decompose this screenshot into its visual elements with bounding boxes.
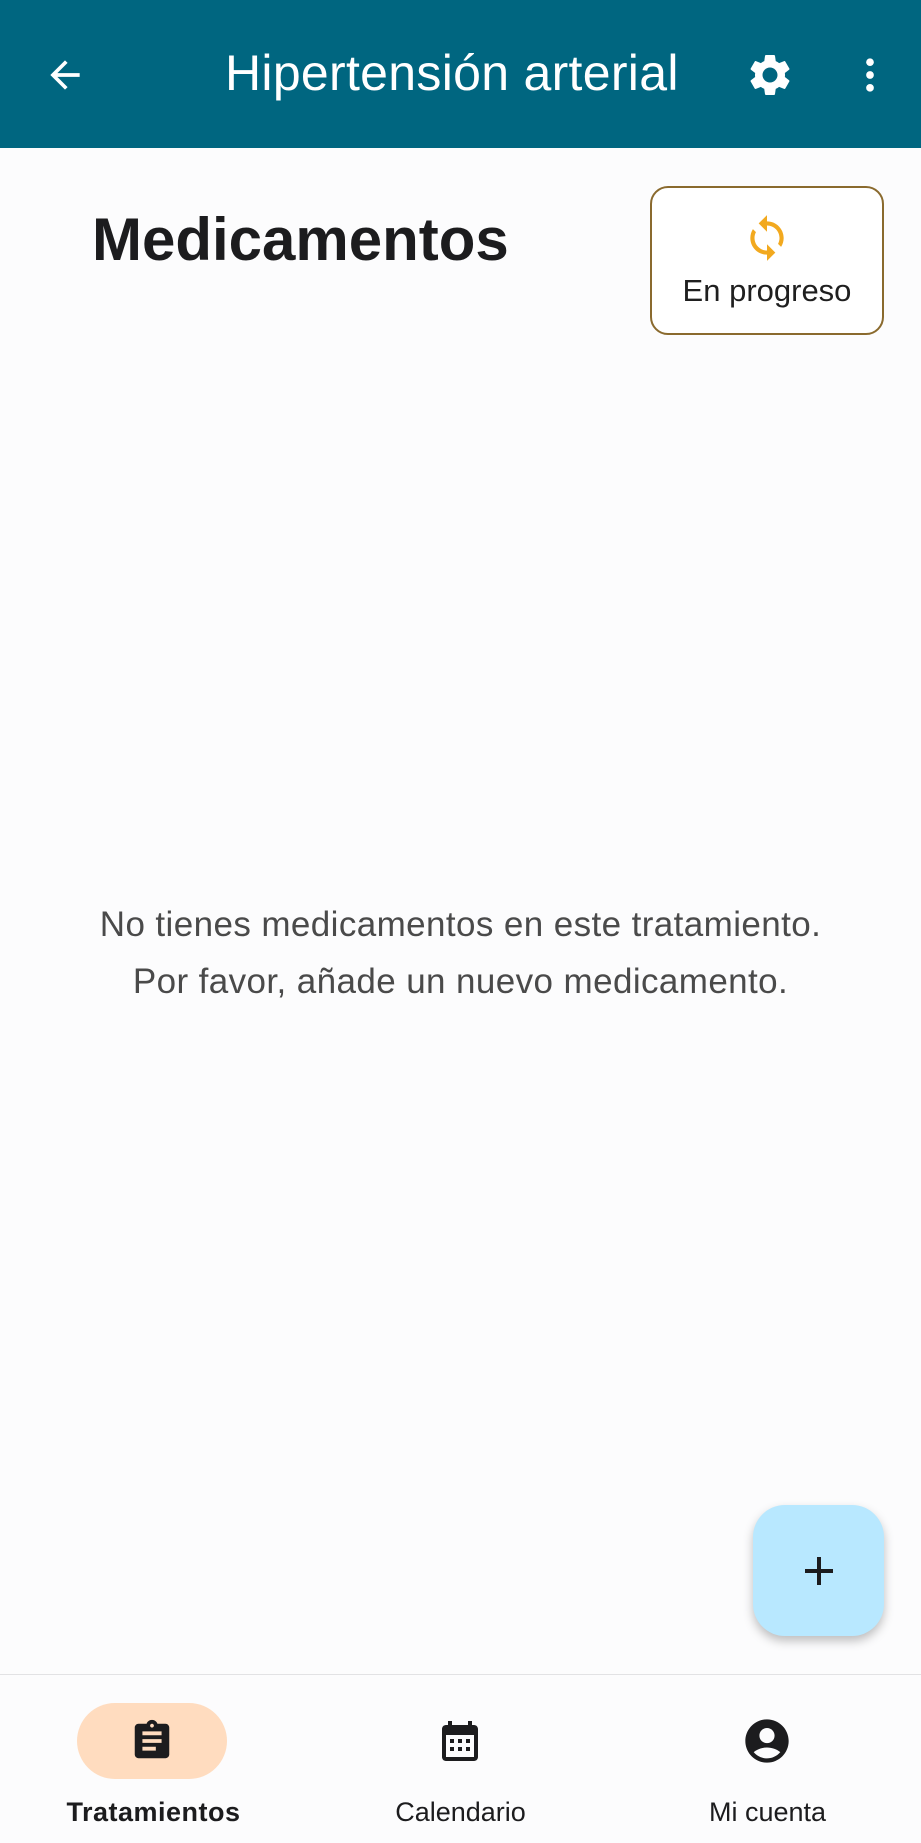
empty-state-message: No tienes medicamentos en este tratamien… [99,905,822,1001]
nav-icon-wrap [385,1703,535,1779]
clipboard-icon [134,1719,170,1759]
nav-label-calendario: Calendario [395,1797,526,1827]
add-medication-button[interactable] [753,1505,884,1636]
page-title: Medicamentos [92,206,509,273]
sync-icon [750,214,784,261]
bottom-navigation: Tratamientos Calendario Mi cuenta [0,1674,921,1843]
nav-item-calendario[interactable]: Calendario [307,1675,614,1843]
app-bar-title: Hipertensión arterial [225,45,679,101]
plus-icon [804,1556,833,1585]
more-vertical-icon [866,58,874,92]
gear-icon [750,54,790,95]
settings-button[interactable] [735,40,805,110]
back-button[interactable] [30,40,100,110]
nav-item-tratamientos[interactable]: Tratamientos [0,1675,307,1843]
nav-label-mi-cuenta: Mi cuenta [708,1797,827,1827]
app-bar: Hipertensión arterial [0,0,921,148]
active-indicator [77,1703,227,1779]
more-options-button[interactable] [835,40,905,110]
nav-item-mi-cuenta[interactable]: Mi cuenta [614,1675,921,1843]
arrow-left-icon [50,60,80,90]
status-chip[interactable]: En progreso [650,186,884,335]
nav-label-tratamientos: Tratamientos [66,1797,241,1827]
calendar-icon [442,1721,478,1761]
screen: Hipertensión arterial Medicamentos En pr… [0,0,921,1843]
status-label: En progreso [682,272,852,308]
nav-icon-wrap [692,1703,842,1779]
account-circle-icon [745,1719,789,1763]
